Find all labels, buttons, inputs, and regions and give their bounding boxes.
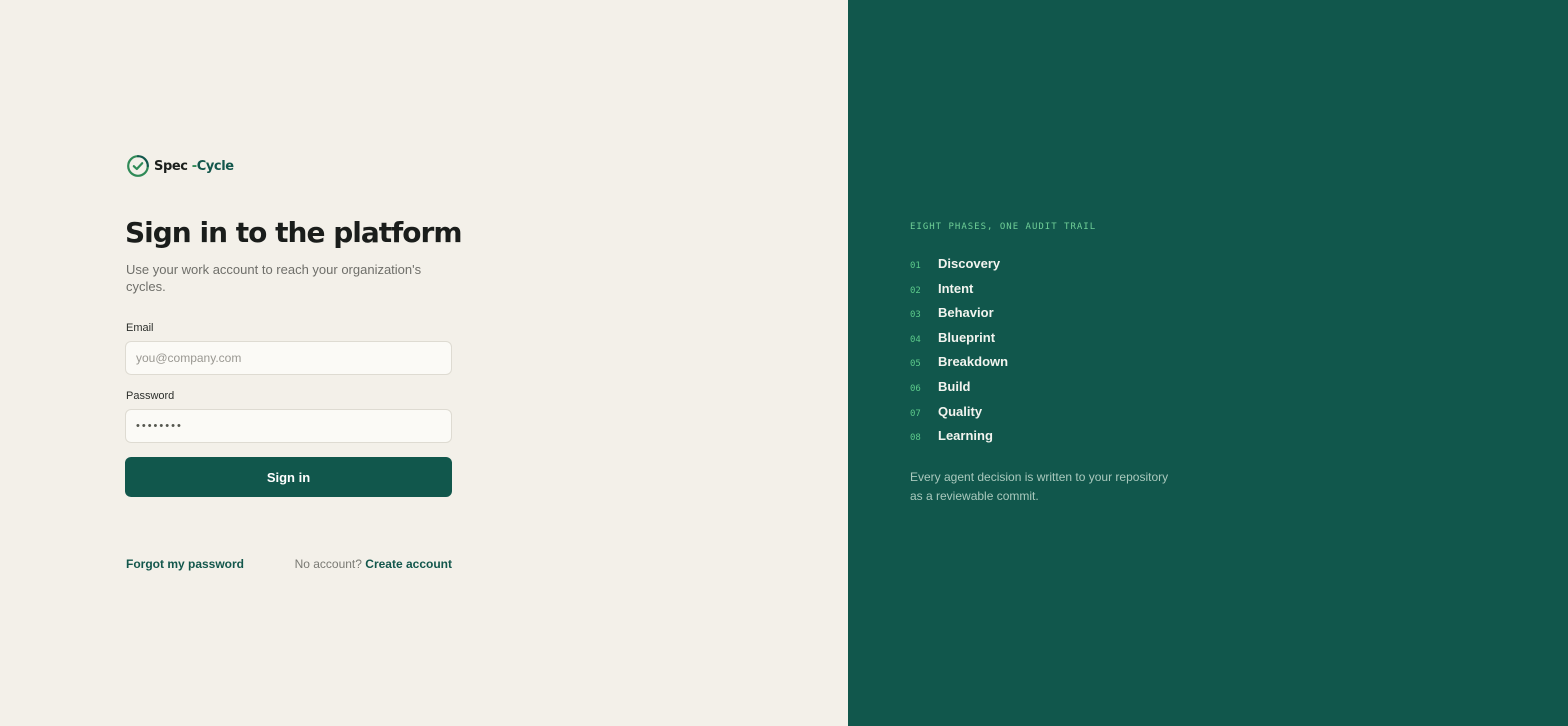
list-item: 02 Intent xyxy=(910,281,1008,306)
list-item: 03 Behavior xyxy=(910,305,1008,330)
phases-list: 01 Discovery 02 Intent 03 Behavior 04 Bluepr… xyxy=(910,256,1008,453)
list-item: 05 Breakdown xyxy=(910,354,1008,379)
phase-name: Intent xyxy=(938,280,974,296)
list-item: 04 Blueprint xyxy=(910,330,1008,355)
phases-panel: EIGHT PHASES, ONE AUDIT TRAIL 01 Discover… xyxy=(848,0,1568,726)
sign-in-button[interactable]: Sign in xyxy=(125,457,452,497)
phase-number: 04 xyxy=(910,334,921,345)
phase-name: Build xyxy=(938,378,971,394)
password-value: •••••••• xyxy=(136,420,183,432)
password-field[interactable]: •••••••• xyxy=(125,409,452,443)
list-item: 07 Quality xyxy=(910,404,1008,429)
no-account-text: No account? xyxy=(294,557,362,571)
phase-number: 02 xyxy=(910,285,921,296)
phase-name: Quality xyxy=(938,403,983,419)
create-account-link[interactable]: Create account xyxy=(365,557,452,571)
list-item: 06 Build xyxy=(910,379,1008,404)
phase-number: 03 xyxy=(910,310,921,321)
list-item: 08 Learning xyxy=(910,428,1008,453)
brand-name: Spec -Cycle xyxy=(154,158,234,174)
brand-logo[interactable]: Spec -Cycle xyxy=(126,154,234,178)
phase-number: 01 xyxy=(910,261,921,271)
no-account-row: No account? Create account xyxy=(295,557,452,571)
signin-panel: Spec -Cycle Sign in to the platform Use … xyxy=(0,0,848,726)
phase-name: Discovery xyxy=(938,256,1001,271)
email-label: Email xyxy=(126,322,154,334)
email-placeholder: you@company.com xyxy=(136,351,242,365)
email-field[interactable]: you@company.com xyxy=(125,341,452,375)
phases-eyebrow: EIGHT PHASES, ONE AUDIT TRAIL xyxy=(910,222,1097,232)
page-title: Sign in to the platform xyxy=(125,216,463,249)
check-cycle-icon xyxy=(126,154,150,178)
phase-name: Breakdown xyxy=(938,354,1009,370)
phase-number: 05 xyxy=(910,359,921,370)
phase-name: Behavior xyxy=(938,305,994,321)
password-label: Password xyxy=(126,390,175,402)
phase-name: Blueprint xyxy=(938,329,996,345)
phase-name: Learning xyxy=(938,428,993,444)
forgot-password-link[interactable]: Forgot my password xyxy=(126,557,244,571)
phase-number: 07 xyxy=(910,408,921,419)
phase-number: 06 xyxy=(910,383,921,394)
list-item: 01 Discovery xyxy=(910,256,1008,281)
phase-number: 08 xyxy=(910,433,921,444)
page-subtitle: Use your work account to reach your orga… xyxy=(126,262,422,294)
audit-footnote: Every agent decision is written to your … xyxy=(910,470,1169,503)
